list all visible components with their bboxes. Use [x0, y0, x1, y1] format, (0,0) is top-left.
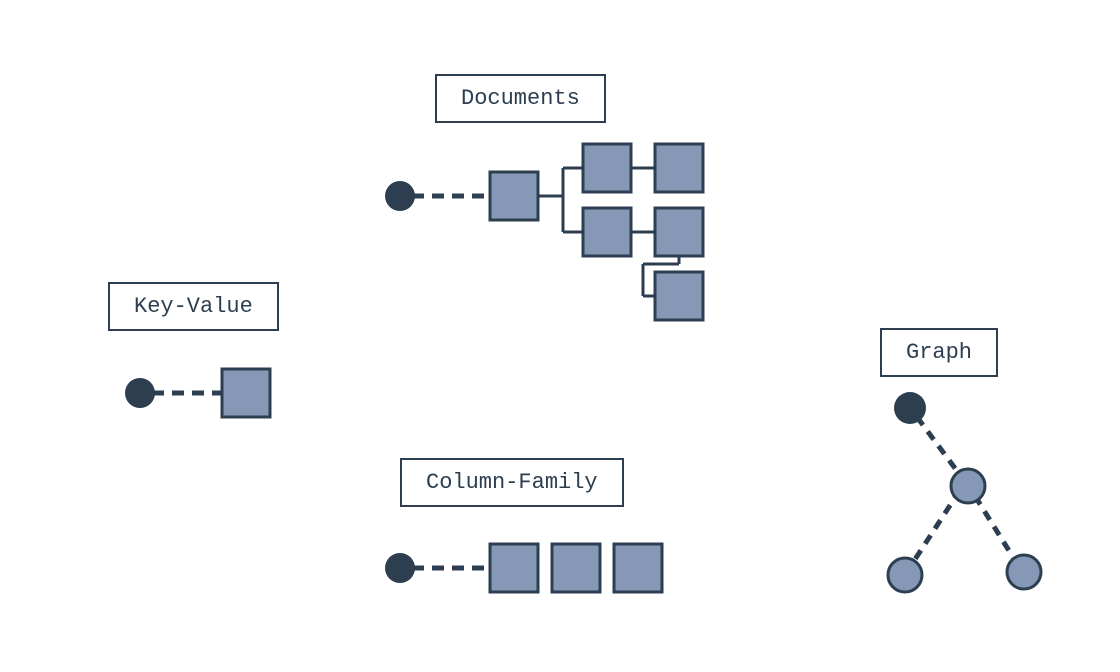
column-family-diagram — [385, 544, 662, 592]
key-value-label: Key-Value — [108, 282, 279, 331]
graph-label: Graph — [880, 328, 998, 377]
documents-label: Documents — [435, 74, 606, 123]
key-value-diagram — [125, 369, 270, 417]
column-family-label: Column-Family — [400, 458, 624, 507]
graph-diagram — [888, 392, 1041, 592]
documents-diagram — [385, 144, 703, 320]
